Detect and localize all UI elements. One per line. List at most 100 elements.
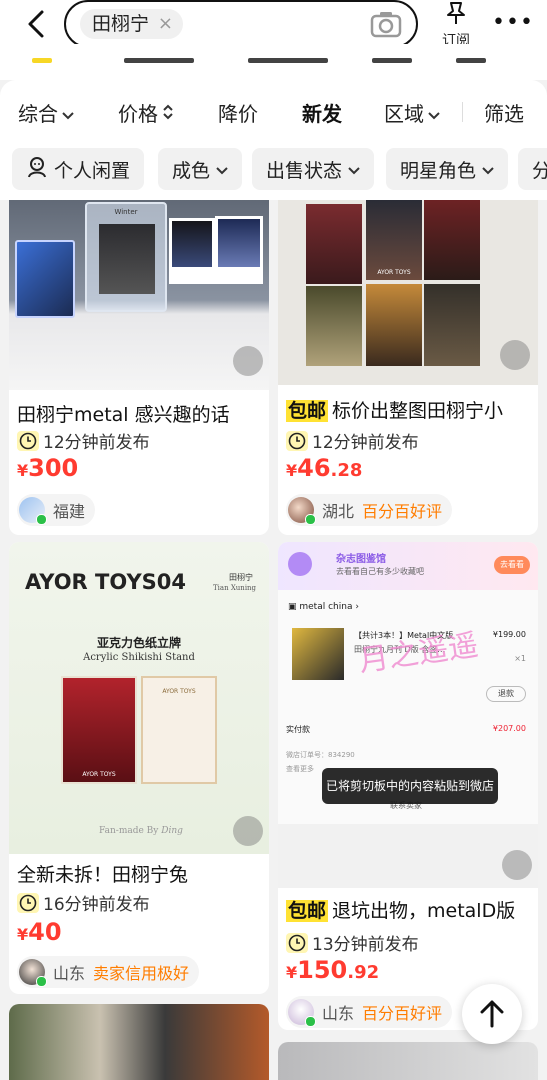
poster-name-cn: 田栩宁 <box>229 573 253 582</box>
product-card[interactable]: AYOR TOYS04 田栩宁 Tian Xuning 亚克力色纸立牌 Acry… <box>9 542 269 994</box>
product-image[interactable] <box>278 1042 538 1080</box>
product-card[interactable]: Winter 田栩宁metal 感兴趣的话 12分钟前发布 ¥300 福建 <box>9 200 269 535</box>
publish-time: 12分钟前发布 <box>17 428 150 453</box>
seller-info[interactable]: 福建 <box>17 494 96 526</box>
order-paid-value: ¥207.00 <box>492 724 526 733</box>
credit-badge: 百分百好评 <box>362 1004 443 1023</box>
photo-card <box>306 204 362 284</box>
category-item[interactable] <box>32 58 52 63</box>
clear-query-icon[interactable]: × <box>158 9 173 39</box>
poster-brand: AYOR TOYS04 <box>25 570 187 594</box>
filter-label: 个人闲置 <box>54 159 131 182</box>
order-item-qty: ×1 <box>514 654 526 663</box>
image-search-icon[interactable] <box>233 816 263 846</box>
product-image[interactable]: AYOR TOYS04 田栩宁 Tian Xuning 亚克力色纸立牌 Acry… <box>9 542 269 854</box>
category-item[interactable] <box>124 58 194 63</box>
order-banner-button: 去看看 <box>494 556 530 574</box>
category-item[interactable] <box>372 58 412 63</box>
filter-button[interactable]: 筛选 <box>484 98 524 127</box>
photo-card <box>15 240 75 318</box>
order-paid-label: 实付款 <box>286 725 310 734</box>
poster-name-en: Tian Xuning <box>213 584 257 592</box>
chevron-down-icon <box>482 158 494 180</box>
free-shipping-tag: 包邮 <box>286 400 329 422</box>
publish-time: 16分钟前发布 <box>17 890 150 915</box>
clock-icon <box>17 430 39 451</box>
product-card[interactable]: AYOR TOYS 包邮 标价出整图田栩宁小 12分钟前发布 ¥46.28 湖北 … <box>278 200 538 535</box>
figure-photo <box>99 224 155 294</box>
product-image[interactable]: Winter <box>9 200 269 390</box>
product-image[interactable] <box>9 1004 269 1080</box>
image-search-icon[interactable] <box>233 346 263 376</box>
camera-icon[interactable] <box>370 10 402 38</box>
filter-condition[interactable]: 成色 <box>158 148 243 190</box>
image-search-icon[interactable] <box>500 340 530 370</box>
filter-chips: 个人闲置 成色 出售状态 明星角色 分 <box>0 142 547 200</box>
filter-star-role[interactable]: 明星角色 <box>386 148 509 190</box>
person-icon <box>26 156 48 183</box>
sort-label: 降价 <box>218 102 258 126</box>
order-refund-button: 退款 <box>486 686 526 702</box>
subscribe-button[interactable]: 订阅 <box>438 0 474 50</box>
avatar <box>288 497 316 525</box>
magazine-icon <box>288 552 312 576</box>
seller-location: 山东 <box>53 964 86 983</box>
order-banner: 杂志图鉴馆 去看看自己有多少收藏吧 去看看 <box>278 542 538 590</box>
acrylic-stand: Winter <box>85 202 167 312</box>
sort-label: 价格 <box>118 102 158 126</box>
watermark: 月之遥遥 <box>356 627 481 680</box>
search-box[interactable]: 田栩宁 × <box>64 0 418 48</box>
polaroid <box>169 218 215 284</box>
sort-price[interactable]: 价格 <box>118 98 174 127</box>
divider <box>462 102 463 122</box>
product-price: ¥40 <box>17 918 62 946</box>
sort-newest[interactable]: 新发 <box>302 98 342 127</box>
avatar <box>19 497 47 525</box>
avatar <box>19 959 47 987</box>
image-search-icon[interactable] <box>502 850 532 880</box>
photo-card <box>424 284 480 366</box>
seller-location: 湖北 <box>322 502 355 521</box>
sort-price-drop[interactable]: 降价 <box>218 98 258 127</box>
sort-label: 新发 <box>302 102 342 126</box>
card-brand: AYOR TOYS <box>82 771 116 778</box>
more-options-icon[interactable]: ••• <box>492 10 534 35</box>
product-title: 包邮 标价出整图田栩宁小 <box>286 400 504 422</box>
back-arrow-icon[interactable] <box>22 8 54 40</box>
filter-more[interactable]: 分 <box>518 148 547 190</box>
order-number: 微店订单号：834290 <box>286 751 355 759</box>
clock-icon <box>17 892 39 913</box>
product-image[interactable]: AYOR TOYS <box>278 200 538 385</box>
category-item[interactable] <box>456 58 486 63</box>
order-item-image <box>292 628 344 680</box>
filter-personal-idle[interactable]: 个人闲置 <box>12 148 145 190</box>
photo-card <box>306 286 362 366</box>
product-card[interactable] <box>9 1004 269 1080</box>
chevron-down-icon <box>62 101 74 125</box>
product-card[interactable] <box>278 1042 538 1080</box>
category-item[interactable] <box>248 58 328 63</box>
back-to-top-button[interactable] <box>462 984 522 1044</box>
filter-sale-status[interactable]: 出售状态 <box>252 148 375 190</box>
product-price: ¥150.92 <box>286 956 380 984</box>
seller-info[interactable]: 山东 百分百好评 <box>286 996 453 1028</box>
stand-back-card: AYOR TOYS <box>141 676 217 784</box>
image-footer <box>278 824 538 888</box>
product-image[interactable]: 杂志图鉴馆 去看看自己有多少收藏吧 去看看 ▣ metal china › 【共… <box>278 542 538 888</box>
search-query-chip[interactable]: 田栩宁 × <box>80 9 184 39</box>
sort-label: 筛选 <box>484 102 524 126</box>
order-shop: ▣ metal china › <box>288 602 359 612</box>
fanmade-credit: Fan-made By Ding <box>99 826 183 836</box>
product-title: 包邮 退坑出物，metalD版 <box>286 900 516 922</box>
product-price: ¥46.28 <box>286 454 363 482</box>
filter-label: 成色 <box>172 159 211 182</box>
sort-label: 区域 <box>384 102 424 126</box>
sort-region[interactable]: 区域 <box>384 98 440 127</box>
card-brand: AYOR TOYS <box>377 269 411 276</box>
seller-info[interactable]: 湖北 百分百好评 <box>286 494 453 526</box>
sort-updown-icon <box>162 101 174 125</box>
chevron-down-icon <box>216 158 228 180</box>
sort-comprehensive[interactable]: 综合 <box>18 98 74 127</box>
chevron-down-icon <box>348 158 360 180</box>
seller-info[interactable]: 山东 卖家信用极好 <box>17 956 200 988</box>
